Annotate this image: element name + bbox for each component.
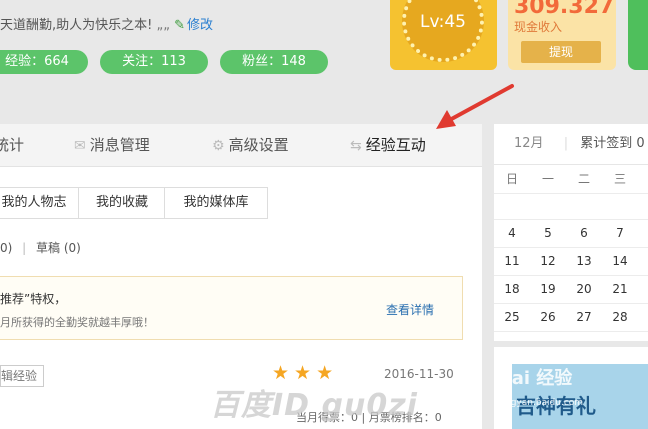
- calendar-day[interactable]: 26: [530, 303, 566, 331]
- gear-icon: ⚙: [212, 138, 225, 154]
- tab-experience-interaction[interactable]: ⇆ 经验互动: [350, 124, 426, 166]
- envelope-icon: ✉: [74, 138, 86, 154]
- drafts-count[interactable]: 草稿 (0): [36, 241, 81, 255]
- subtab-my-favorites[interactable]: 我的收藏: [78, 187, 166, 219]
- calendar-month: 12月: [514, 136, 544, 151]
- subtab-my-media[interactable]: 我的媒体库: [164, 187, 268, 219]
- withdraw-button[interactable]: 提现: [521, 41, 601, 63]
- calendar-gridline: [494, 193, 648, 194]
- signin-total: 累计签到 0: [580, 136, 645, 151]
- weekday-label: 日: [505, 172, 518, 186]
- published-count[interactable]: 0): [0, 241, 12, 255]
- tab-settings-label: 高级设置: [228, 136, 289, 154]
- weekday-label: 二: [577, 172, 590, 186]
- calendar-day[interactable]: 25: [494, 303, 530, 331]
- calendar-day[interactable]: 13: [566, 247, 602, 275]
- tab-interaction-label: 经验互动: [365, 136, 426, 154]
- level-card[interactable]: Lv:45: [390, 0, 497, 70]
- swap-arrows-icon: ⇆: [350, 138, 362, 154]
- tab-statistics-label: 统计: [0, 136, 25, 154]
- calendar-day[interactable]: 4: [494, 219, 530, 247]
- watermark-text: 百度ID gu0zi: [210, 388, 418, 423]
- experience-stat-pill[interactable]: 经验：664: [0, 50, 88, 74]
- calendar-gridline: [494, 247, 648, 248]
- calendar-gridline: [494, 219, 648, 220]
- tab-bar: 统计 ✉ 消息管理 ⚙ 高级设置 ⇆ 经验互动: [0, 124, 482, 167]
- subtab-my-profiles[interactable]: 我的人物志: [0, 187, 80, 219]
- watermark-url: jingyan.baidu.com: [500, 398, 584, 408]
- calendar-header: 12月 | 累计签到 0: [494, 124, 648, 165]
- calendar-day[interactable]: 20: [566, 275, 602, 303]
- pencil-icon[interactable]: ✎: [174, 18, 185, 33]
- calendar-day[interactable]: 18: [494, 275, 530, 303]
- profile-motto: 天道酬勤,助人为快乐之本! „„ ✎ 修改: [0, 14, 213, 33]
- calendar-day[interactable]: 7: [602, 219, 638, 247]
- cash-income-card: 309.327 现金收入 提现: [508, 0, 616, 70]
- weekday-label: 三: [613, 172, 626, 186]
- calendar-day[interactable]: 19: [530, 275, 566, 303]
- tab-message-label: 消息管理: [89, 136, 150, 154]
- calendar-day[interactable]: 12: [530, 247, 566, 275]
- side-green-card[interactable]: [628, 0, 648, 70]
- calendar-day[interactable]: 5: [530, 219, 566, 247]
- count-separator: |: [22, 241, 27, 255]
- calendar-day[interactable]: 14: [602, 247, 638, 275]
- tab-message-management[interactable]: ✉ 消息管理: [74, 124, 150, 166]
- level-label: Lv:45: [420, 12, 466, 32]
- privilege-notice: 推荐”特权， 月所获得的全勤奖就越丰厚哦！ 查看详情: [0, 276, 463, 340]
- level-badge: Lv:45: [402, 0, 484, 62]
- motto-text: 天道酬勤,助人为快乐之本!: [0, 18, 153, 33]
- tab-statistics[interactable]: 统计: [0, 124, 24, 166]
- calendar-day[interactable]: 28: [602, 303, 638, 331]
- watermark-brand: Bai 经验: [498, 368, 573, 389]
- quote-mark: „„: [156, 18, 170, 33]
- calendar-day[interactable]: 6: [566, 219, 602, 247]
- calendar-day[interactable]: 11: [494, 247, 530, 275]
- calendar-day[interactable]: 27: [566, 303, 602, 331]
- calendar-gridline: [494, 303, 648, 304]
- following-stat-pill[interactable]: 关注：113: [100, 50, 208, 74]
- calendar-gridline: [494, 331, 648, 332]
- tab-advanced-settings[interactable]: ⚙ 高级设置: [212, 124, 289, 166]
- weekday-label: 一: [541, 172, 554, 186]
- cash-value: 309.327: [514, 0, 615, 19]
- edit-motto-link[interactable]: 修改: [187, 18, 213, 33]
- entry-date: 2016-11-30: [384, 367, 454, 381]
- notice-line-1: 推荐”特权，: [0, 292, 67, 306]
- calendar-day[interactable]: 21: [602, 275, 638, 303]
- calendar-gridline: [494, 275, 648, 276]
- followers-stat-pill[interactable]: 粉丝：148: [220, 50, 328, 74]
- article-counts: 0) | 草稿 (0): [0, 239, 81, 256]
- cash-label: 现金收入: [514, 20, 563, 34]
- notice-line-2: 月所获得的全勤奖就越丰厚哦！: [0, 316, 154, 329]
- entry-tag[interactable]: 辑经验: [0, 365, 45, 387]
- view-details-link[interactable]: 查看详情: [386, 301, 434, 318]
- signin-calendar-panel: 12月 | 累计签到 0 日一二三 4 5 6 7 11 12 13 14 18 19 20 21 25 2…: [494, 124, 648, 341]
